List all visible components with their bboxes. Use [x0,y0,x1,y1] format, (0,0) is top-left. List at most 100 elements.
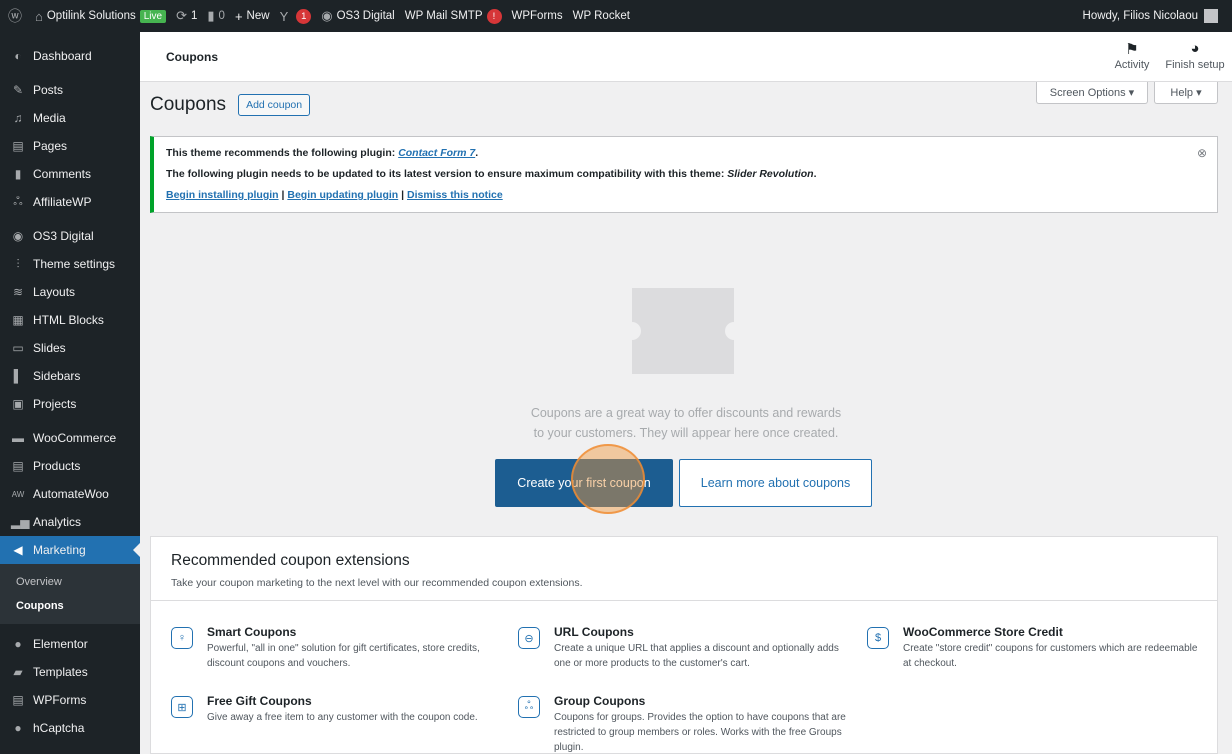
sidebar-item-posts[interactable]: ✎ Posts [0,76,140,104]
automatewoo-icon: AW [11,489,25,499]
sidebar-item-wpforms[interactable]: ▤ WPForms [0,686,140,714]
learn-more-coupons-button[interactable]: Learn more about coupons [679,459,872,507]
admin-sidebar: ◐ Dashboard ✎ Posts ♫ Media ▤ Pages ▮ Comment… [0,32,140,754]
recommended-subtitle: Take your coupon marketing to the next l… [171,577,583,589]
sidebar-item-projects[interactable]: ▣ Projects [0,390,140,418]
sidebar-item-marketing[interactable]: ◀ Marketing [0,536,140,564]
sidebar-item-analytics[interactable]: ▂▅ Analytics [0,508,140,536]
submenu-item-overview[interactable]: Overview [0,570,140,594]
updates-link[interactable]: ⟳ 1 [171,0,202,32]
plugin-notice: ⊗ This theme recommends the following pl… [150,136,1218,213]
dashboard-icon: ◐ [14,49,22,63]
sidebar-item-comments[interactable]: ▮ Comments [0,160,140,188]
comment-icon: ▮ [14,167,22,181]
plus-icon: + [234,8,243,24]
updates-icon: ⟳ [176,8,187,23]
sliders-icon: ⫶ [16,256,20,271]
contact-form-7-link[interactable]: Contact Form 7 [398,147,475,159]
help-button[interactable]: Help ▾ [1154,82,1218,104]
sidebar-item-elementor[interactable]: ● Elementor [0,630,140,658]
wp-rocket-link[interactable]: WP Rocket [568,0,635,32]
pages-icon: ▤ [12,139,24,153]
notice-line-1: This theme recommends the following plug… [166,147,479,159]
group-icon: ஃ [518,696,540,718]
lightbulb-icon: ♀ [171,627,193,649]
screen-options-button[interactable]: Screen Options ▾ [1036,82,1148,104]
notice-line-2: The following plugin needs to be updated… [166,168,817,180]
site-name-link[interactable]: ⌂ Optilink Solutions Live [30,0,171,32]
gift-icon: ⊞ [171,696,193,718]
wpforms-icon: ▤ [12,693,24,707]
pin-icon: ✎ [12,83,24,97]
sidebar-item-sidebars[interactable]: ▌ Sidebars [0,362,140,390]
link-icon: ⊖ [518,627,540,649]
folder-icon: ▰ [13,665,23,679]
dismiss-notice-link[interactable]: Dismiss this notice [407,189,503,201]
sidebar-item-slides[interactable]: ▭ Slides [0,334,140,362]
finish-setup-button[interactable]: ◕ Finish setup [1162,40,1228,71]
wpforms-link[interactable]: WPForms [507,0,568,32]
comments-link[interactable]: ▮ 0 [202,0,230,32]
yoast-icon: Y [279,8,289,24]
comment-icon: ▮ [207,8,215,23]
products-icon: ▤ [12,459,24,473]
yoast-link[interactable]: Y 1 [275,0,317,32]
sidebar-item-automatewoo[interactable]: AW AutomateWoo [0,480,140,508]
os3-icon: ◉ [12,229,24,243]
sidebar-item-pages[interactable]: ▤ Pages [0,132,140,160]
new-content-link[interactable]: + New [230,0,275,32]
sidebar-item-hcaptcha[interactable]: ● hCaptcha [0,714,140,742]
sidebar-item-templates[interactable]: ▰ Templates [0,658,140,686]
media-icon: ♫ [13,111,23,125]
html-blocks-icon: ▦ [12,313,24,327]
empty-state-message: Coupons are a great way to offer discoun… [530,406,842,440]
sidebar-item-media[interactable]: ♫ Media [0,104,140,132]
recommended-extensions-card: Recommended coupon extensions Take your … [150,536,1218,754]
wordpress-logo-icon[interactable]: ⓦ [0,0,30,32]
begin-updating-link[interactable]: Begin updating plugin [287,189,398,201]
add-coupon-button[interactable]: Add coupon [238,94,311,116]
marketing-submenu: Overview Coupons [0,564,140,624]
avatar [1204,9,1218,23]
affiliate-icon: ஃ [13,194,23,208]
woo-icon: ▬ [12,431,24,445]
sidebar-item-products[interactable]: ▤ Products [0,452,140,480]
layers-icon: ≋ [12,285,24,299]
begin-installing-link[interactable]: Begin installing plugin [166,189,279,201]
home-icon: ⌂ [35,8,43,24]
activity-button[interactable]: ⚑ Activity [1102,40,1162,71]
sidebars-icon: ▌ [13,369,23,383]
my-account-link[interactable]: Howdy, Filios Nicolaou [1083,9,1232,23]
sidebar-item-dashboard[interactable]: ◐ Dashboard [0,42,140,70]
submenu-item-coupons[interactable]: Coupons [0,594,140,618]
sidebar-item-woocommerce[interactable]: ▬ WooCommerce [0,424,140,452]
sidebar-item-affiliatewp[interactable]: ஃ AffiliateWP [0,188,140,216]
megaphone-icon: ◀ [13,543,23,557]
progress-circle-icon: ◕ [1190,40,1200,57]
sidebar-item-html-blocks[interactable]: ▦ HTML Blocks [0,306,140,334]
wp-mail-smtp-link[interactable]: WP Mail SMTP ! [400,0,507,32]
dismiss-notice-icon[interactable]: ⊗ [1197,146,1207,160]
slides-icon: ▭ [12,341,24,355]
recommended-title: Recommended coupon extensions [171,552,410,569]
os3-digital-link[interactable]: ◉ OS3 Digital [316,0,400,32]
dollar-icon: $ [867,627,889,649]
header-title: Coupons [166,50,218,64]
os3-icon: ◉ [321,8,333,23]
analytics-icon: ▂▅ [11,515,30,529]
create-first-coupon-button[interactable]: Create your first coupon [495,459,673,507]
sidebar-item-os3-digital[interactable]: ◉ OS3 Digital [0,222,140,250]
alert-icon: ! [486,8,502,24]
woocommerce-header: Coupons ⚑ Activity ◕ Finish setup [140,32,1232,82]
sidebar-item-layouts[interactable]: ≋ Layouts [0,278,140,306]
sidebar-item-theme-settings[interactable]: ⫶ Theme settings [0,250,140,278]
notice-actions: Begin installing plugin | Begin updating… [166,189,503,201]
coupon-ticket-icon [632,288,734,374]
briefcase-icon: ▣ [12,397,24,411]
live-badge: Live [139,9,167,23]
hcaptcha-icon: ● [14,721,22,735]
page-title: Coupons [150,94,227,115]
page-heading: Coupons Add coupon [150,94,311,116]
yoast-count-badge: 1 [296,8,312,24]
flag-icon: ⚑ [1125,41,1139,58]
